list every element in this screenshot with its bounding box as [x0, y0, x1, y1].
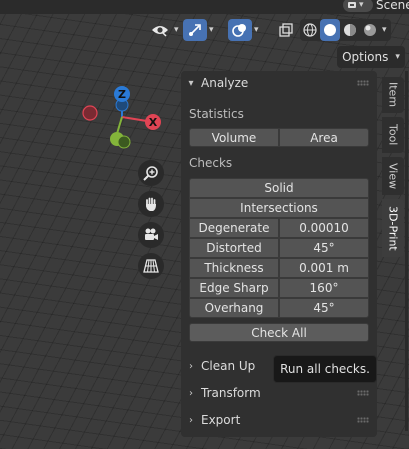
- tab-3d-print[interactable]: 3D-Print: [382, 199, 404, 257]
- grid-icon[interactable]: [138, 253, 164, 279]
- checks-grid: Solid Intersections Degenerate 0.00010 D…: [189, 178, 369, 318]
- view-visibility-dropdown[interactable]: ▾: [148, 19, 179, 41]
- chevron-right-icon: ›: [189, 387, 193, 399]
- options-dropdown[interactable]: Options ▾: [337, 46, 405, 68]
- check-row: Edge Sharp 160°: [189, 278, 369, 298]
- viewport-navigation-tools: [138, 160, 164, 279]
- xray-icon: [274, 19, 298, 41]
- shading-mode-group: ▾: [300, 19, 391, 41]
- gizmo-neg-x-dot[interactable]: [82, 105, 98, 121]
- transform-panel-header[interactable]: › Transform: [181, 381, 377, 405]
- material-sphere-icon[interactable]: [340, 19, 360, 41]
- thickness-button[interactable]: Thickness: [189, 258, 279, 278]
- overhang-button[interactable]: Overhang: [189, 298, 279, 318]
- check-row: Distorted 45°: [189, 238, 369, 258]
- analyze-title: Analyze: [201, 76, 249, 90]
- options-label: Options: [342, 50, 389, 64]
- camera-icon[interactable]: [138, 222, 164, 248]
- shading-options-chevron-icon[interactable]: ▾: [382, 25, 387, 35]
- overlay-icon: [228, 19, 252, 41]
- overlays-toggle[interactable]: ▾: [228, 19, 259, 41]
- xray-toggle[interactable]: [274, 19, 298, 41]
- zoom-icon[interactable]: [138, 160, 164, 186]
- rendered-sphere-icon[interactable]: [360, 19, 380, 41]
- export-panel-header[interactable]: › Export: [181, 408, 377, 432]
- check-row: Overhang 45°: [189, 298, 369, 318]
- sidebar-scrollbar[interactable]: [405, 71, 408, 431]
- gizmo-neg-y-dot[interactable]: [117, 135, 131, 149]
- check-row: Degenerate 0.00010: [189, 218, 369, 238]
- checks-label: Checks: [189, 156, 233, 170]
- gizmo-toggle[interactable]: ▾: [183, 19, 214, 41]
- degenerate-value-field[interactable]: 0.00010: [279, 218, 369, 238]
- gizmo-z-label: Z: [118, 88, 126, 101]
- clean-up-title: Clean Up: [201, 359, 256, 373]
- hand-icon[interactable]: [138, 191, 164, 217]
- distorted-value-field[interactable]: 45°: [279, 238, 369, 258]
- statistics-buttons: Volume Area: [189, 128, 369, 147]
- scene-icon: ▾: [343, 0, 373, 12]
- drag-handle-icon[interactable]: [357, 417, 369, 423]
- area-button[interactable]: Area: [279, 128, 369, 147]
- export-title: Export: [201, 413, 241, 427]
- tab-item-label: Item: [386, 82, 400, 108]
- solid-sphere-icon[interactable]: [320, 19, 340, 41]
- check-all-button[interactable]: Check All: [189, 323, 369, 342]
- chevron-down-icon: ▾: [395, 52, 400, 62]
- distorted-button[interactable]: Distorted: [189, 238, 279, 258]
- wireframe-sphere-icon[interactable]: [300, 19, 320, 41]
- tab-view[interactable]: View: [382, 157, 404, 195]
- check-all-row: Check All: [189, 323, 369, 342]
- edge-sharp-button[interactable]: Edge Sharp: [189, 278, 279, 298]
- degenerate-button[interactable]: Degenerate: [189, 218, 279, 238]
- check-row: Thickness 0.001 m: [189, 258, 369, 278]
- tooltip: Run all checks.: [273, 355, 377, 383]
- tab-view-label: View: [386, 162, 400, 190]
- solid-button[interactable]: Solid: [189, 178, 369, 198]
- intersections-button[interactable]: Intersections: [189, 198, 369, 218]
- statistics-label: Statistics: [189, 107, 244, 121]
- edge-sharp-value-field[interactable]: 160°: [279, 278, 369, 298]
- gizmo-x-label: X: [149, 116, 158, 129]
- thickness-value-field[interactable]: 0.001 m: [279, 258, 369, 278]
- tab-item[interactable]: Item: [382, 77, 404, 113]
- chevron-right-icon: ›: [189, 414, 193, 426]
- tab-3d-print-label: 3D-Print: [386, 205, 400, 251]
- chevron-right-icon: ›: [189, 360, 193, 372]
- gizmo-arrows-icon: [183, 19, 207, 41]
- scene-label: Scene: [376, 0, 409, 12]
- drag-handle-icon[interactable]: [357, 390, 369, 396]
- analyze-panel-header[interactable]: ▾ Analyze: [181, 71, 377, 95]
- transform-title: Transform: [201, 386, 261, 400]
- navigation-gizmo[interactable]: Z X: [78, 82, 168, 152]
- tab-tool-label: Tool: [386, 124, 400, 146]
- chevron-down-icon: ▾: [188, 77, 194, 89]
- volume-button[interactable]: Volume: [189, 128, 279, 147]
- overhang-value-field[interactable]: 45°: [279, 298, 369, 318]
- scene-selector[interactable]: ▾ Scene: [343, 0, 409, 13]
- drag-handle-icon[interactable]: [357, 80, 369, 86]
- tab-tool[interactable]: Tool: [382, 117, 404, 153]
- eye-icon: [148, 19, 172, 41]
